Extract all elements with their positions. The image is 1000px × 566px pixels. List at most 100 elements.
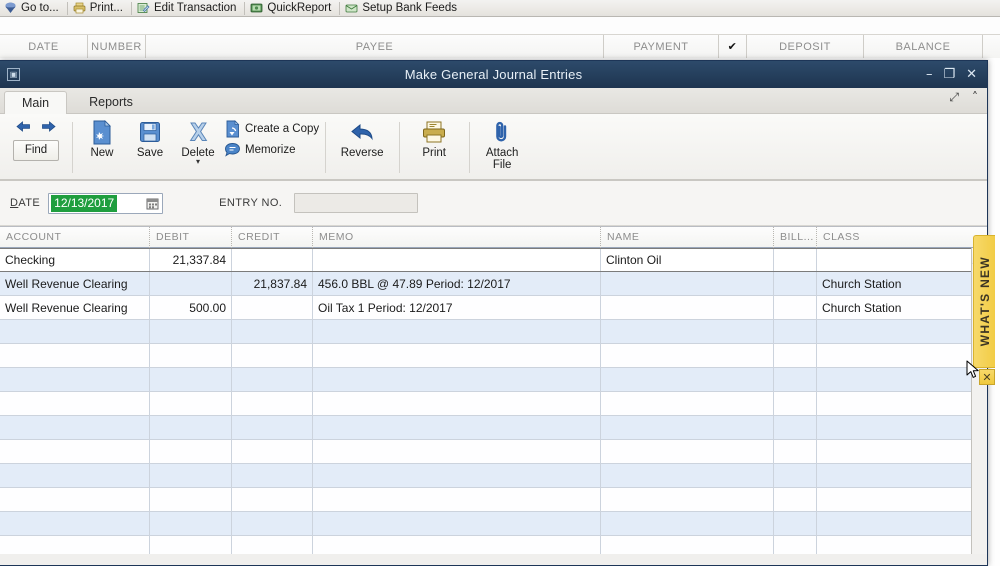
table-row[interactable] <box>0 536 987 554</box>
maximize-button[interactable]: ❐ <box>943 68 955 81</box>
cell-memo[interactable] <box>313 320 601 343</box>
whats-new-close-button[interactable]: ✕ <box>979 369 995 385</box>
cell-account[interactable] <box>0 392 150 415</box>
register-col-number[interactable]: NUMBER <box>88 35 146 59</box>
cell-debit[interactable] <box>150 272 232 295</box>
cell-name[interactable] <box>601 368 774 391</box>
table-row[interactable] <box>0 344 987 368</box>
cell-debit[interactable]: 21,337.84 <box>150 249 232 271</box>
table-row[interactable]: Well Revenue Clearing 500.00 Oil Tax 1 P… <box>0 296 987 320</box>
register-edit-transaction-button[interactable]: Edit Transaction <box>133 0 243 16</box>
cell-class[interactable] <box>817 440 958 463</box>
cell-name[interactable] <box>601 488 774 511</box>
cell-account[interactable] <box>0 416 150 439</box>
cell-credit[interactable] <box>232 536 313 554</box>
register-setup-bank-feeds-button[interactable]: Setup Bank Feeds <box>341 0 464 16</box>
cell-debit[interactable] <box>150 320 232 343</box>
cell-credit[interactable] <box>232 440 313 463</box>
cell-account[interactable] <box>0 320 150 343</box>
cell-credit[interactable] <box>232 464 313 487</box>
new-button[interactable]: New <box>78 117 126 159</box>
cell-name[interactable] <box>601 296 774 319</box>
cell-name[interactable]: Clinton Oil <box>601 249 774 271</box>
register-print-button[interactable]: Print... <box>69 0 130 16</box>
cell-billable[interactable] <box>774 488 817 511</box>
cell-class[interactable] <box>817 512 958 535</box>
cell-account[interactable] <box>0 464 150 487</box>
cell-memo[interactable] <box>313 512 601 535</box>
cell-debit[interactable] <box>150 392 232 415</box>
cell-credit[interactable]: 21,837.84 <box>232 272 313 295</box>
cell-name[interactable] <box>601 392 774 415</box>
find-button[interactable]: Find <box>13 140 59 161</box>
cell-class[interactable] <box>817 344 958 367</box>
cell-memo[interactable] <box>313 368 601 391</box>
cell-credit[interactable] <box>232 488 313 511</box>
cell-debit[interactable] <box>150 368 232 391</box>
print-button[interactable]: Print <box>405 117 463 159</box>
cell-credit[interactable] <box>232 416 313 439</box>
cell-account[interactable] <box>0 440 150 463</box>
cell-credit[interactable] <box>232 512 313 535</box>
register-quickreport-button[interactable]: QuickReport <box>246 0 338 16</box>
cell-billable[interactable] <box>774 440 817 463</box>
delete-button[interactable]: Delete ▾ <box>174 117 222 166</box>
cell-name[interactable] <box>601 272 774 295</box>
cell-class[interactable] <box>817 249 958 271</box>
table-row[interactable]: Checking 21,337.84 Clinton Oil <box>0 248 987 272</box>
cell-account[interactable] <box>0 488 150 511</box>
grid-col-debit[interactable]: DEBIT <box>150 227 232 248</box>
cell-account[interactable] <box>0 368 150 391</box>
cell-billable[interactable] <box>774 344 817 367</box>
register-col-payment[interactable]: PAYMENT <box>604 35 719 59</box>
cell-debit[interactable] <box>150 536 232 554</box>
right-arrow-icon[interactable] <box>40 119 57 139</box>
cell-credit[interactable] <box>232 344 313 367</box>
cell-billable[interactable] <box>774 512 817 535</box>
expand-icon[interactable]: ⤢ <box>949 91 959 103</box>
cell-class[interactable] <box>817 488 958 511</box>
cell-memo[interactable] <box>313 344 601 367</box>
cell-memo[interactable] <box>313 440 601 463</box>
table-row[interactable] <box>0 368 987 392</box>
register-col-deposit[interactable]: DEPOSIT <box>747 35 864 59</box>
reverse-button[interactable]: Reverse <box>331 117 393 159</box>
cell-debit[interactable] <box>150 512 232 535</box>
table-row[interactable] <box>0 488 987 512</box>
register-col-cleared[interactable]: ✔ <box>719 35 747 59</box>
create-a-copy-button[interactable]: Create a Copy <box>222 120 319 138</box>
cell-credit[interactable] <box>232 392 313 415</box>
minimize-button[interactable]: – <box>926 68 933 81</box>
attach-file-button[interactable]: Attach File <box>475 117 529 172</box>
cell-class[interactable] <box>817 320 958 343</box>
window-system-menu-icon[interactable]: ▣ <box>7 68 20 81</box>
cell-account[interactable] <box>0 536 150 554</box>
table-row[interactable] <box>0 440 987 464</box>
cell-credit[interactable] <box>232 320 313 343</box>
save-button[interactable]: Save <box>126 117 174 159</box>
table-row[interactable]: Well Revenue Clearing 21,837.84 456.0 BB… <box>0 272 987 296</box>
cell-name[interactable] <box>601 344 774 367</box>
cell-name[interactable] <box>601 320 774 343</box>
cell-class[interactable] <box>817 416 958 439</box>
entry-no-input[interactable] <box>294 193 419 213</box>
cell-memo[interactable]: 456.0 BBL @ 47.89 Period: 12/2017 <box>313 272 601 295</box>
cell-billable[interactable] <box>774 464 817 487</box>
cell-memo[interactable] <box>313 249 601 271</box>
delete-dropdown-arrow-icon[interactable]: ▾ <box>196 158 200 166</box>
date-input[interactable]: 12/13/2017 <box>48 192 164 214</box>
cell-debit[interactable] <box>150 344 232 367</box>
cell-debit[interactable] <box>150 440 232 463</box>
cell-memo[interactable]: Oil Tax 1 Period: 12/2017 <box>313 296 601 319</box>
grid-col-memo[interactable]: MEMO <box>313 227 601 248</box>
table-row[interactable] <box>0 320 987 344</box>
cell-billable[interactable] <box>774 249 817 271</box>
cell-billable[interactable] <box>774 320 817 343</box>
cell-class[interactable] <box>817 536 958 554</box>
table-row[interactable] <box>0 512 987 536</box>
cell-debit[interactable] <box>150 488 232 511</box>
chevron-up-icon[interactable]: ˄ <box>972 91 978 103</box>
cell-name[interactable] <box>601 536 774 554</box>
cell-memo[interactable] <box>313 392 601 415</box>
cell-name[interactable] <box>601 464 774 487</box>
